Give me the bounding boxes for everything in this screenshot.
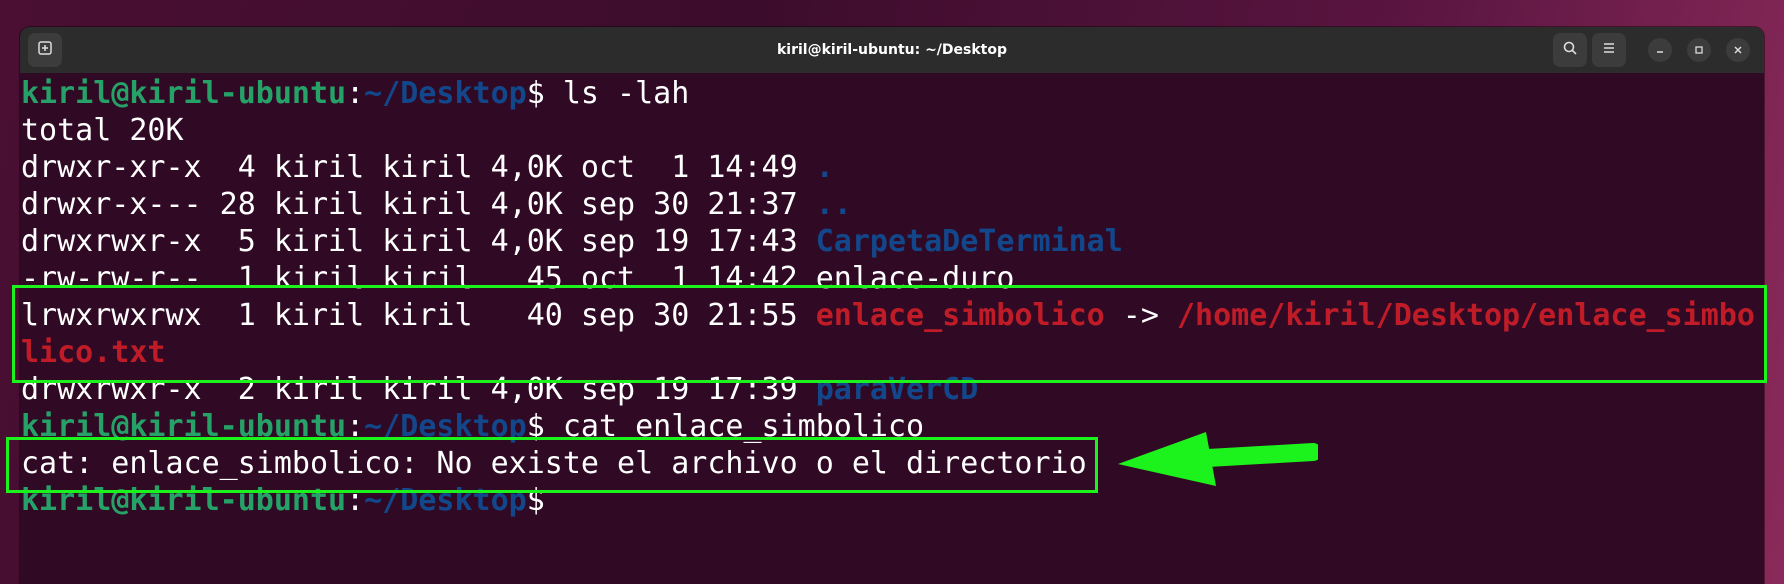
list-item: drwxr-xr-x 4 kiril kiril 4,0K oct 1 14:4… [21,149,834,186]
hamburger-menu-icon [1601,40,1617,60]
window-title: kiril@kiril-ubuntu: ~/Desktop [776,42,1008,58]
command-text: ls -lah [544,76,690,111]
highlight-box-error [6,437,1098,493]
total-line: total 20K [21,113,184,148]
list-item: drwxrwxr-x 5 kiril kiril 4,0K sep 19 17:… [21,223,1123,260]
prompt-user: kiril@kiril-ubuntu [21,76,347,111]
prompt-separator: : [346,76,365,111]
prompt-line: kiril@kiril-ubuntu:~/Desktop$ ls -lah [21,75,689,112]
entry-meta: drwxr-xr-x 4 kiril kiril 4,0K oct 1 14:4… [21,150,816,185]
maximize-icon [1693,41,1705,60]
prompt-path: ~/Desktop [364,76,527,111]
title-bar: kiril@kiril-ubuntu: ~/Desktop [20,27,1764,74]
new-tab-icon [37,40,53,60]
maximize-button[interactable] [1687,38,1711,62]
search-button[interactable] [1553,33,1587,67]
new-tab-button[interactable] [28,33,62,67]
entry-name: .. [815,187,852,222]
entry-meta: drwxrwxr-x 5 kiril kiril 4,0K sep 19 17:… [21,224,816,259]
highlight-box-symlink [12,285,1767,383]
close-icon [1732,41,1744,60]
search-icon [1562,40,1578,60]
entry-name: . [815,150,834,185]
menu-button[interactable] [1592,33,1626,67]
entry-name: CarpetaDeTerminal [815,224,1123,259]
prompt-symbol: $ [526,76,545,111]
list-item: drwxr-x--- 28 kiril kiril 4,0K sep 30 21… [21,186,852,223]
entry-meta: drwxr-x--- 28 kiril kiril 4,0K sep 30 21… [21,187,816,222]
minimize-icon [1654,41,1666,60]
minimize-button[interactable] [1648,38,1672,62]
close-button[interactable] [1726,38,1750,62]
annotation-arrow-icon [1118,430,1322,494]
